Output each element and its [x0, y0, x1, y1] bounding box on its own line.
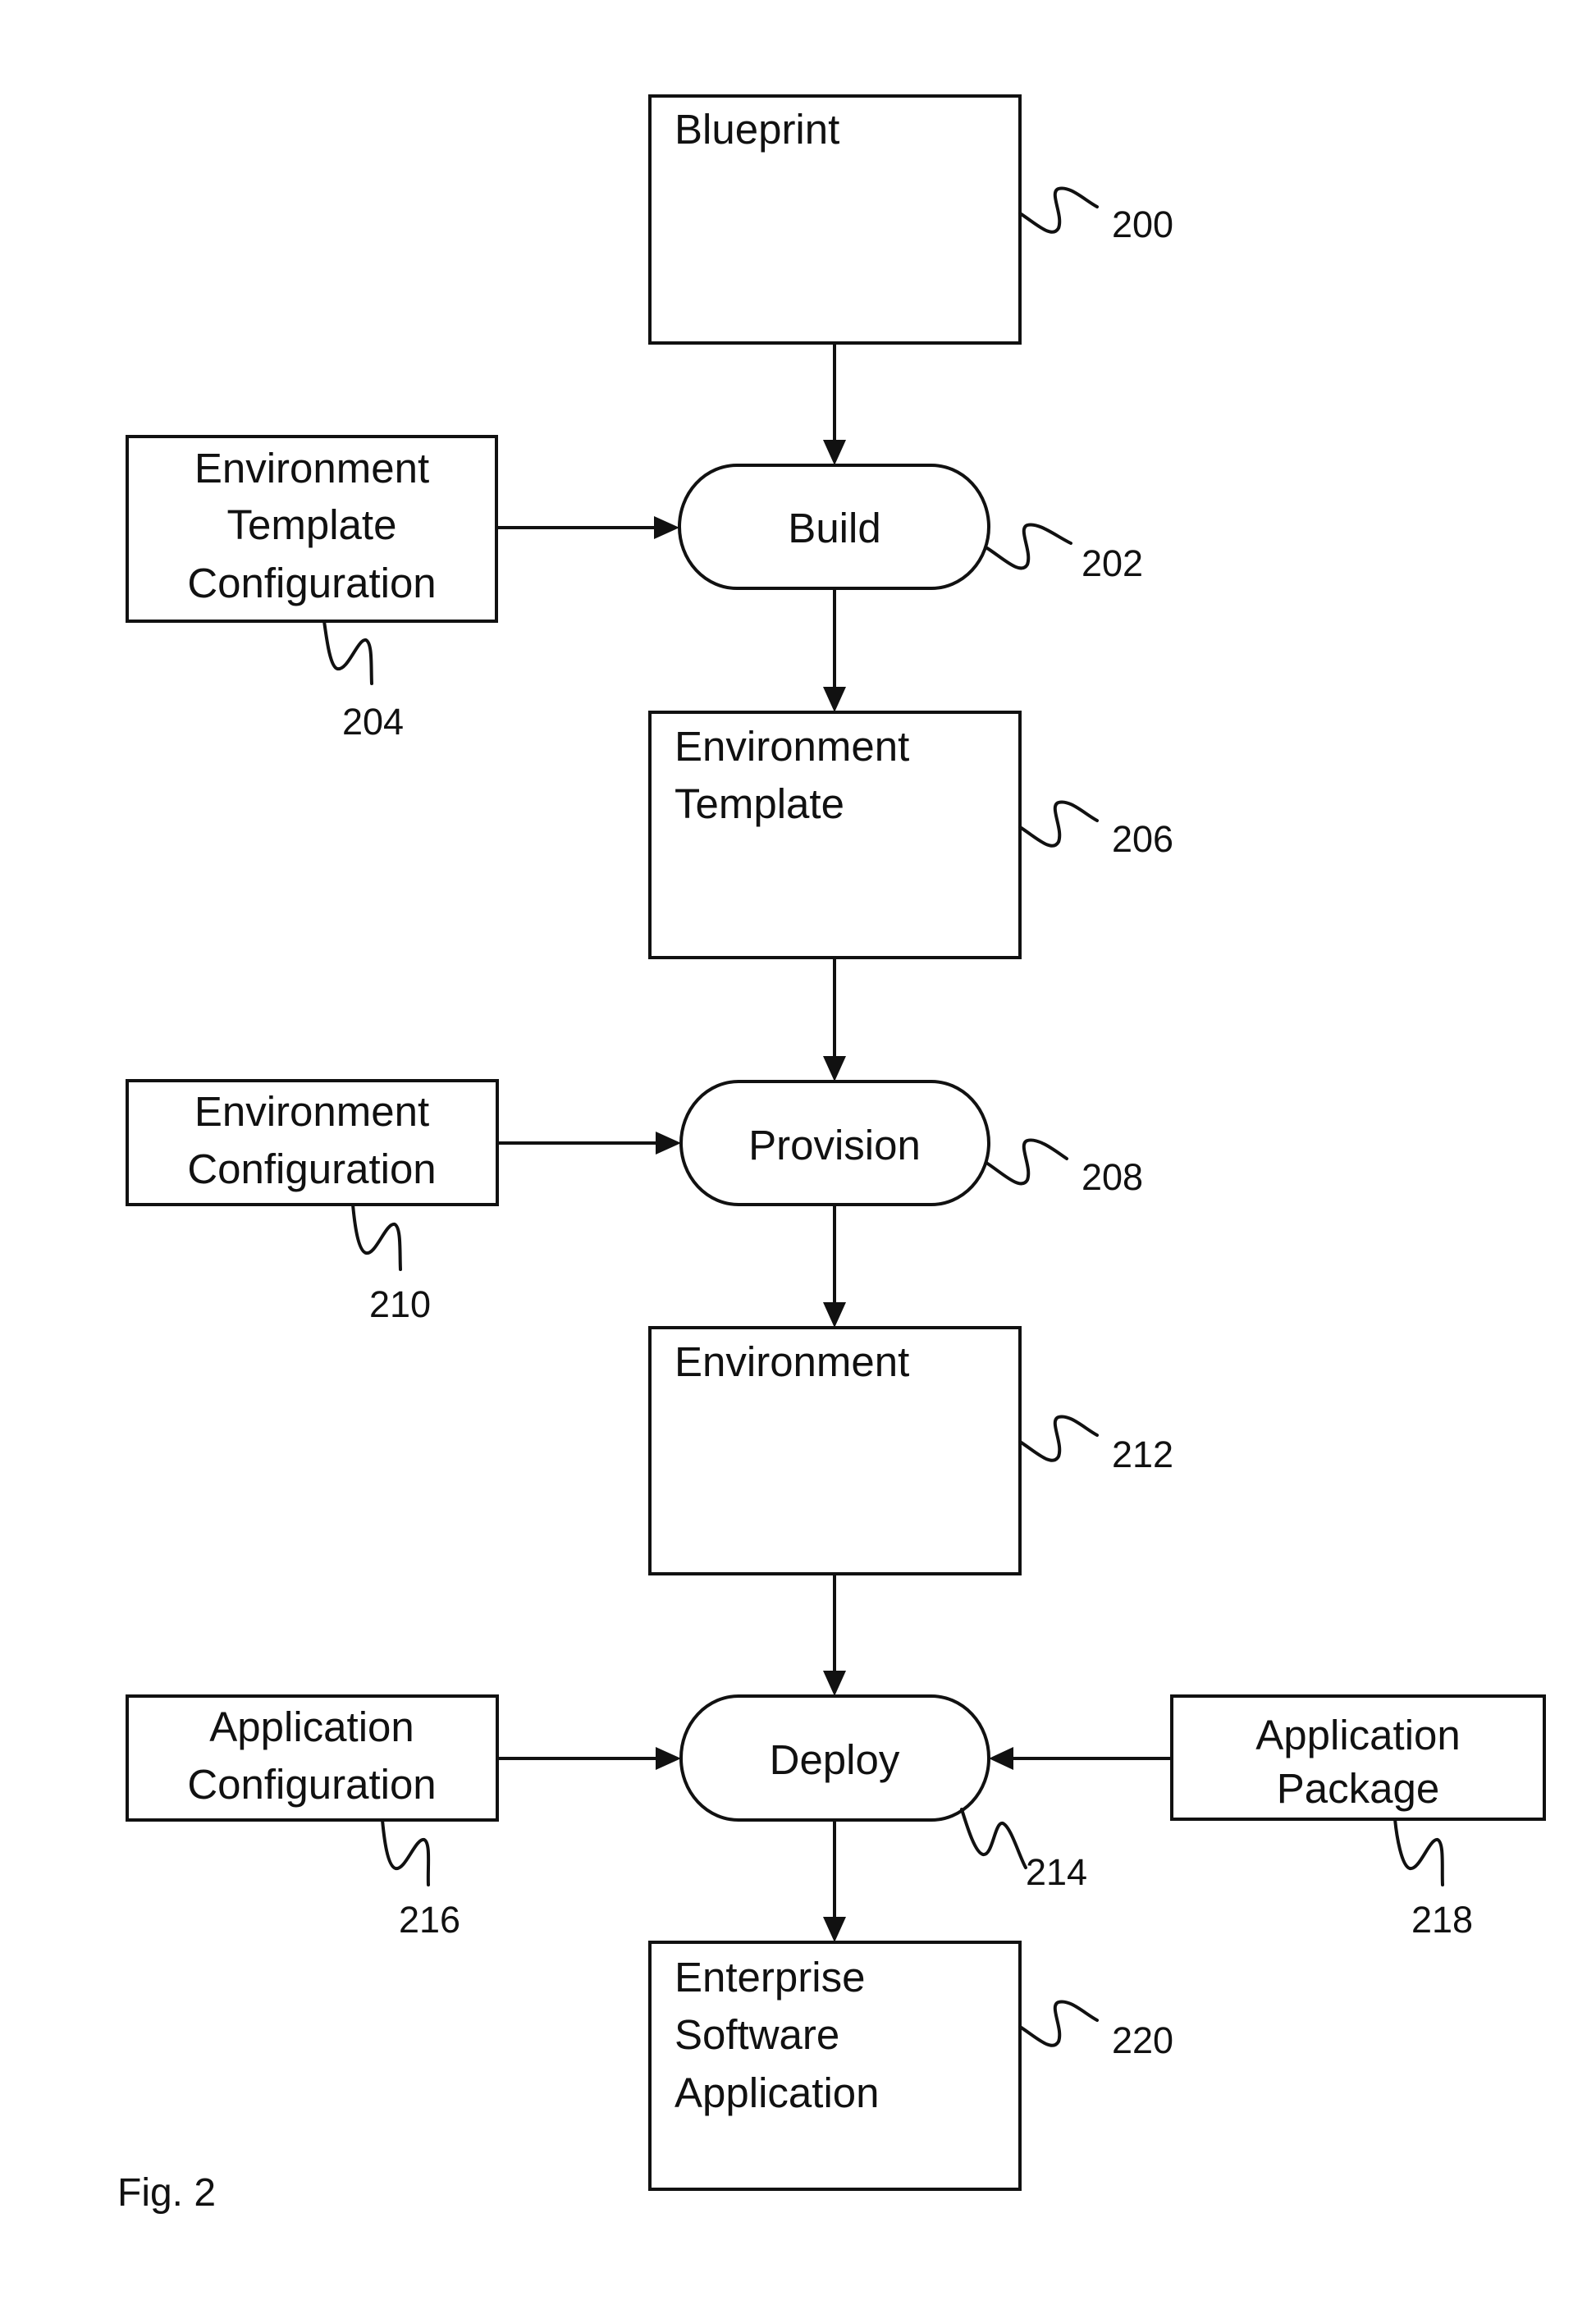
arrowhead-icon: [823, 1056, 846, 1081]
node-label: Provision: [748, 1122, 921, 1168]
node-label: Software: [675, 2011, 839, 2058]
node-env-template-config: Environment Template Configuration 204: [126, 435, 498, 743]
reference-leader: [351, 1203, 402, 1271]
reference-numeral: 208: [1082, 1156, 1143, 1198]
reference-numeral: 200: [1112, 203, 1173, 245]
node-label: Application: [1255, 1712, 1461, 1758]
node-app-package: Application Package 218: [1170, 1694, 1546, 1941]
node-app-config: Application Configuration 216: [126, 1694, 499, 1941]
node-label: Template: [675, 780, 844, 827]
reference-leader: [1018, 800, 1099, 848]
node-label: Blueprint: [675, 106, 839, 153]
flow-diagram: Blueprint 200 Build 202 Environment Temp…: [117, 94, 1546, 2215]
reference-leader: [1018, 186, 1099, 234]
node-label: Configuration: [187, 1145, 436, 1192]
figure-caption: Fig. 2: [117, 2171, 216, 2215]
node-label: Template: [227, 501, 397, 548]
node-blueprint: Blueprint 200: [648, 94, 1173, 345]
reference-leader: [960, 1808, 1027, 1869]
reference-leader: [322, 620, 373, 685]
reference-numeral: 206: [1112, 818, 1173, 860]
node-label: Environment: [194, 1088, 429, 1135]
arrowhead-icon: [823, 1671, 846, 1696]
reference-numeral: 204: [342, 701, 404, 743]
node-enterprise-app: Enterprise Software Application 220: [648, 1941, 1173, 2191]
arrowhead-icon: [823, 1302, 846, 1328]
node-label: Build: [788, 505, 880, 551]
node-label: Environment: [675, 723, 909, 770]
arrowhead-icon: [823, 440, 846, 465]
arrowhead-icon: [989, 1747, 1013, 1770]
node-label: Enterprise: [675, 1954, 865, 2001]
reference-numeral: 212: [1112, 1434, 1173, 1475]
node-environment: Environment 212: [648, 1326, 1173, 1575]
arrowhead-icon: [823, 1917, 846, 1942]
arrowhead-icon: [656, 1747, 681, 1770]
node-label: Configuration: [187, 560, 436, 606]
node-label: Application: [675, 2069, 880, 2116]
reference-leader: [985, 1138, 1068, 1186]
arrowhead-icon: [654, 516, 679, 539]
node-label: Package: [1277, 1765, 1439, 1812]
node-label: Configuration: [187, 1761, 436, 1808]
reference-numeral: 202: [1082, 542, 1143, 584]
node-label: Deploy: [770, 1736, 900, 1783]
reference-numeral: 220: [1112, 2019, 1173, 2061]
node-env-config: Environment Configuration 210: [126, 1079, 499, 1325]
reference-leader: [1018, 1415, 1099, 1462]
node-label: Environment: [675, 1338, 909, 1385]
node-label: Environment: [194, 445, 429, 492]
node-label: Application: [209, 1703, 414, 1750]
reference-numeral: 214: [1026, 1851, 1087, 1893]
node-deploy: Deploy 214: [679, 1694, 1087, 1893]
node-build: Build 202: [678, 464, 1143, 590]
reference-leader: [1393, 1818, 1444, 1886]
node-provision: Provision 208: [679, 1080, 1143, 1206]
reference-numeral: 216: [399, 1899, 460, 1941]
reference-numeral: 218: [1411, 1899, 1473, 1941]
arrowhead-icon: [656, 1132, 681, 1155]
reference-leader: [985, 523, 1072, 570]
arrowhead-icon: [823, 687, 846, 712]
reference-leader: [381, 1818, 431, 1886]
reference-leader: [1018, 2000, 1099, 2047]
node-env-template: Environment Template 206: [648, 711, 1173, 959]
reference-numeral: 210: [369, 1283, 431, 1325]
